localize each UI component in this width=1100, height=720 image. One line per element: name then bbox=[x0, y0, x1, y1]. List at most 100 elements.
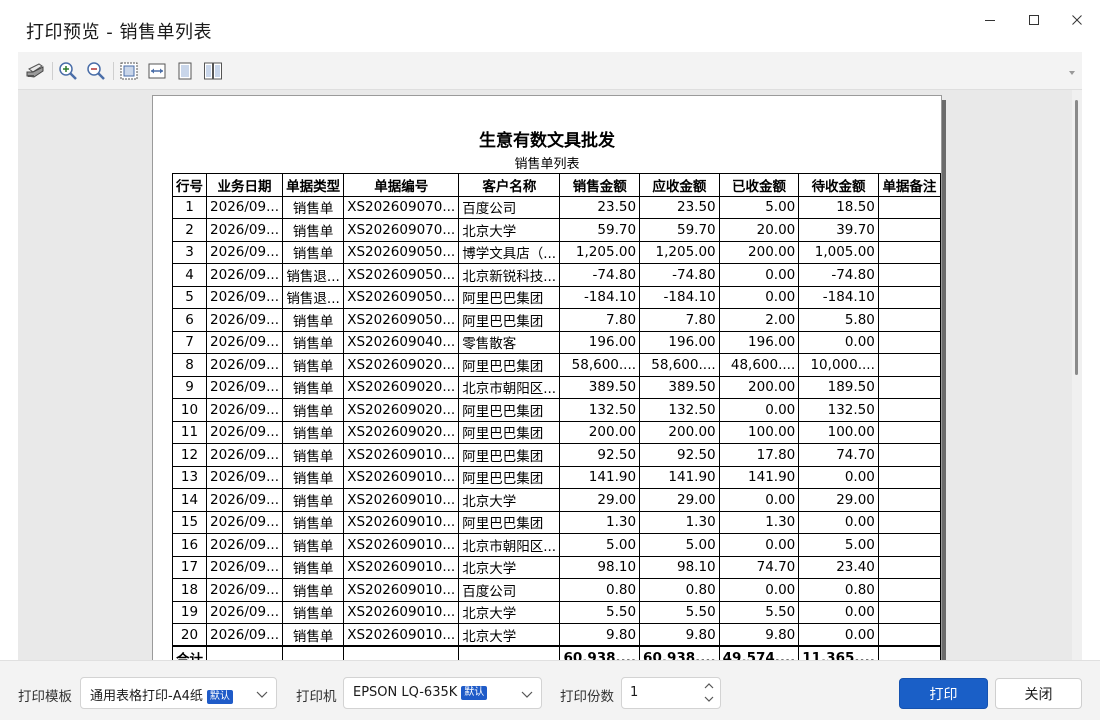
cell-remark bbox=[877, 488, 941, 512]
cell-receivable: 92.50 bbox=[639, 443, 720, 467]
cell-received: 100.00 bbox=[718, 420, 800, 444]
cell-doc-number bbox=[343, 645, 460, 660]
cell-pending: 18.50 bbox=[798, 195, 879, 219]
col-header-sales-amount: 销售金额 bbox=[559, 173, 641, 197]
fit-page-icon bbox=[120, 62, 138, 80]
cell-received: 9.80 bbox=[718, 623, 800, 647]
cell-row-number: 7 bbox=[171, 330, 208, 354]
cell-doc-number: XS202609010... bbox=[343, 578, 460, 602]
cell-doc-type: 销售单 bbox=[281, 353, 345, 377]
total-label: 合计 bbox=[171, 645, 208, 660]
cell-remark bbox=[877, 218, 941, 242]
close-window-button[interactable] bbox=[1054, 6, 1100, 34]
scrollbar-thumb[interactable] bbox=[1075, 100, 1078, 375]
cell-customer: 博学文具店（... bbox=[458, 240, 561, 264]
cell-pending: 189.50 bbox=[798, 375, 879, 399]
cell-received: 20.00 bbox=[718, 218, 800, 242]
cell-row-number: 17 bbox=[171, 555, 208, 579]
cell-customer: 阿里巴巴集团 bbox=[458, 510, 561, 534]
vertical-scrollbar[interactable] bbox=[1072, 90, 1082, 660]
toolbar-overflow-icon[interactable] bbox=[1066, 66, 1078, 78]
col-header-remark: 单据备注 bbox=[877, 173, 941, 197]
cell-doc-type: 销售单 bbox=[281, 240, 345, 264]
cell-remark bbox=[877, 263, 941, 287]
cell-doc-type: 销售单 bbox=[281, 218, 345, 242]
chevron-up-icon[interactable] bbox=[704, 682, 714, 690]
cell-remark bbox=[877, 308, 941, 332]
cell-sales-amount: 29.00 bbox=[559, 488, 641, 512]
cell-date: 2026/09... bbox=[206, 443, 283, 467]
cell-remark bbox=[877, 510, 941, 534]
cell-receivable: 141.90 bbox=[639, 465, 720, 489]
cell-pending: -74.80 bbox=[798, 263, 879, 287]
cell-sales-amount: 60,938.... bbox=[559, 645, 641, 660]
printer-select[interactable]: EPSON LQ-635K 默认 bbox=[343, 677, 542, 709]
cell-received: 200.00 bbox=[718, 375, 800, 399]
cell-date: 2026/09... bbox=[206, 375, 283, 399]
table-row: 15 2026/09... 销售单 XS202609010... 阿里巴巴集团 1.30 1… bbox=[171, 510, 941, 534]
close-button[interactable]: 关闭 bbox=[995, 678, 1082, 709]
copies-stepper[interactable]: 1 bbox=[621, 677, 721, 709]
cell-date: 2026/09... bbox=[206, 488, 283, 512]
fit-page-button[interactable] bbox=[118, 60, 140, 82]
single-page-icon bbox=[178, 62, 192, 80]
single-page-button[interactable] bbox=[174, 60, 196, 82]
fit-width-button[interactable] bbox=[146, 60, 168, 82]
cell-row-number: 11 bbox=[171, 420, 208, 444]
cell-date: 2026/09... bbox=[206, 353, 283, 377]
cell-customer: 阿里巴巴集团 bbox=[458, 308, 561, 332]
cell-row-number: 9 bbox=[171, 375, 208, 399]
zoom-in-button[interactable] bbox=[57, 60, 79, 82]
cell-receivable: 0.80 bbox=[639, 578, 720, 602]
print-tool-button[interactable] bbox=[24, 60, 46, 82]
cell-received: 49,574.... bbox=[718, 645, 800, 660]
title-bar: 打印预览 - 销售单列表 bbox=[0, 0, 1100, 52]
cell-doc-number: XS202609010... bbox=[343, 623, 460, 647]
fit-width-icon bbox=[148, 63, 166, 79]
zoom-out-button[interactable] bbox=[85, 60, 107, 82]
cell-row-number: 5 bbox=[171, 285, 208, 309]
cell-customer: 北京大学 bbox=[458, 555, 561, 579]
cell-customer bbox=[458, 645, 561, 660]
cell-doc-number: XS202609050... bbox=[343, 308, 460, 332]
cell-sales-amount: 1,205.00 bbox=[559, 240, 641, 264]
table-row: 5 2026/09... 销售退... XS202609050... 阿里巴巴集团 -18… bbox=[171, 285, 941, 309]
minimize-button[interactable] bbox=[967, 6, 1013, 34]
cell-customer: 北京大学 bbox=[458, 600, 561, 624]
maximize-button[interactable] bbox=[1011, 6, 1057, 34]
cell-row-number: 12 bbox=[171, 443, 208, 467]
cell-doc-type: 销售单 bbox=[281, 420, 345, 444]
chevron-down-icon[interactable] bbox=[704, 695, 714, 703]
cell-receivable: 29.00 bbox=[639, 488, 720, 512]
cell-doc-number: XS202609010... bbox=[343, 510, 460, 534]
cell-sales-amount: 58,600.... bbox=[559, 353, 641, 377]
table-row: 12 2026/09... 销售单 XS202609010... 阿里巴巴集团 92.50… bbox=[171, 443, 941, 467]
cell-doc-number: XS202609020... bbox=[343, 375, 460, 399]
cell-customer: 阿里巴巴集团 bbox=[458, 398, 561, 422]
two-page-button[interactable] bbox=[202, 60, 224, 82]
cell-pending: 29.00 bbox=[798, 488, 879, 512]
cell-pending: 5.00 bbox=[798, 533, 879, 557]
print-button[interactable]: 打印 bbox=[899, 678, 988, 709]
cell-receivable: 5.00 bbox=[639, 533, 720, 557]
cell-date: 2026/09... bbox=[206, 465, 283, 489]
cell-date bbox=[206, 645, 283, 660]
cell-received: 0.00 bbox=[718, 285, 800, 309]
cell-receivable: 98.10 bbox=[639, 555, 720, 579]
cell-doc-type: 销售单 bbox=[281, 308, 345, 332]
cell-receivable: 59.70 bbox=[639, 218, 720, 242]
table-row: 2 2026/09... 销售单 XS202609070... 北京大学 59.70 59.… bbox=[171, 218, 941, 242]
cell-doc-type: 销售退... bbox=[281, 263, 345, 287]
table-row: 17 2026/09... 销售单 XS202609010... 北京大学 98.10 98… bbox=[171, 555, 941, 579]
col-header-row-number: 行号 bbox=[171, 173, 208, 197]
close-icon bbox=[1072, 15, 1082, 25]
cell-remark bbox=[877, 375, 941, 399]
template-select[interactable]: 通用表格打印-A4纸 默认 bbox=[80, 677, 277, 709]
cell-sales-amount: 92.50 bbox=[559, 443, 641, 467]
cell-remark bbox=[877, 353, 941, 377]
printer-value: EPSON LQ-635K bbox=[353, 685, 458, 700]
cell-customer: 阿里巴巴集团 bbox=[458, 420, 561, 444]
cell-customer: 北京大学 bbox=[458, 218, 561, 242]
copies-value: 1 bbox=[630, 685, 639, 700]
chevron-down-icon bbox=[256, 691, 268, 698]
